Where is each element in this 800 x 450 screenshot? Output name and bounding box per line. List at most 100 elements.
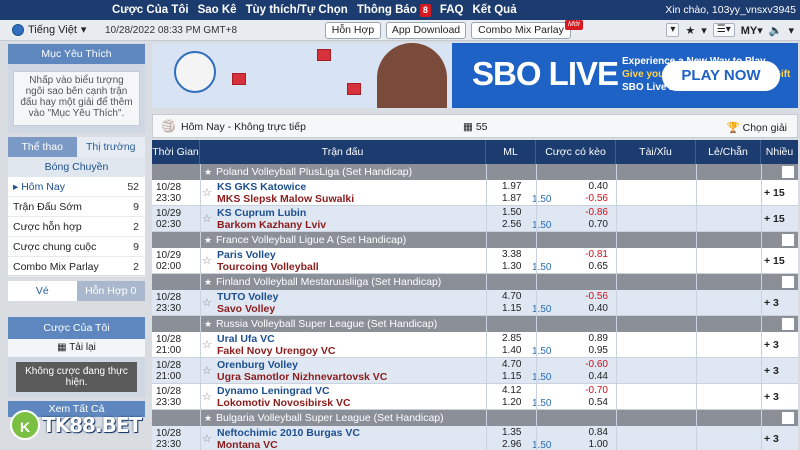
handicap-odds[interactable]: -0.70 0.54 xyxy=(582,385,608,409)
reload-button[interactable]: ▦ Tải lại xyxy=(8,339,145,357)
match-teams[interactable]: KS Cuprum Lubin Barkom Kazhany Lviv xyxy=(217,207,326,231)
handicap-odds[interactable]: -0.60 0.44 xyxy=(582,359,608,383)
table-row: 10/28 23:30 ☆ Dynamo Leningrad VC Lokomotiv … xyxy=(152,384,798,410)
select-league-label: Chọn giải xyxy=(742,122,787,134)
column-divider xyxy=(761,164,762,450)
handicap-odds[interactable]: 0.84 1.00 xyxy=(582,427,608,450)
moneyline-odds[interactable]: 4.70 1.15 xyxy=(502,359,521,383)
sport-title: Bóng Chuyền xyxy=(8,157,145,177)
league-header[interactable]: ★ Poland Volleyball PlusLiga (Set Handica… xyxy=(152,164,798,180)
sidebar-item-count: 52 xyxy=(127,180,139,193)
odds-type-selector[interactable]: ▾ xyxy=(666,23,680,37)
star-icon[interactable]: ☆ xyxy=(202,338,212,351)
chevron-down-icon[interactable]: ▾ xyxy=(701,24,707,37)
moneyline-odds[interactable]: 1.35 2.96 xyxy=(502,427,521,450)
combo-mix-parlay-button[interactable]: Combo Mix Parlay xyxy=(471,22,571,39)
chevron-down-icon[interactable]: ▾ xyxy=(788,24,794,37)
handicap-odds[interactable]: 0.40 -0.56 xyxy=(582,181,608,205)
view-selector[interactable]: ☰▾ xyxy=(712,23,735,37)
sound-icon[interactable]: 🔈 xyxy=(769,24,783,37)
logo-mark-icon: K xyxy=(10,410,40,440)
match-teams[interactable]: Dynamo Leningrad VC Lokomotiv Novosibirsk… xyxy=(217,385,351,409)
col-odd-even: Lẻ/Chẵn xyxy=(696,140,761,164)
moneyline-odds[interactable]: 1.97 1.87 xyxy=(502,181,521,205)
away-team: Barkom Kazhany Lviv xyxy=(217,219,327,231)
match-teams[interactable]: Ural Ufa VC Fakel Novy Urengoy VC xyxy=(217,333,335,357)
grid-icon[interactable] xyxy=(782,166,794,178)
grid-icon[interactable] xyxy=(782,234,794,246)
handicap-odds[interactable]: -0.56 0.40 xyxy=(582,291,608,315)
league-header[interactable]: ★ France Volleyball Ligue A (Set Handicap… xyxy=(152,232,798,248)
handicap-odds[interactable]: -0.86 0.70 xyxy=(582,207,608,231)
volleyball-icon xyxy=(174,51,216,93)
league-header[interactable]: ★ Finland Volleyball Mestaruusliiga (Set … xyxy=(152,274,798,290)
star-icon[interactable]: ★ xyxy=(204,316,212,332)
more-markets-button[interactable]: + 15 xyxy=(764,187,785,199)
more-markets-button[interactable]: + 15 xyxy=(764,213,785,225)
away-team: Montana VC xyxy=(217,439,278,450)
match-teams[interactable]: KS GKS Katowice MKS Slepsk Malow Suwalki xyxy=(217,181,354,205)
menu-announcements[interactable]: Thông Báo 8 xyxy=(357,3,431,17)
star-icon[interactable]: ☆ xyxy=(202,212,212,225)
tab-markets[interactable]: Thị trường xyxy=(76,137,145,157)
moneyline-odds[interactable]: 2.85 1.40 xyxy=(502,333,521,357)
menu-faq[interactable]: FAQ xyxy=(440,4,464,16)
star-icon[interactable]: ★ xyxy=(204,164,212,180)
menu-my-bets[interactable]: Cược Của Tôi xyxy=(112,4,189,16)
menu-statement[interactable]: Sao Kê xyxy=(198,4,237,16)
site-logo: K TK88.BET xyxy=(10,410,142,440)
sidebar-item-today[interactable]: ▸ Hôm Nay 52 xyxy=(8,177,145,197)
more-markets-button[interactable]: + 3 xyxy=(764,297,779,309)
league-header[interactable]: ★ Bulgaria Volleyball Super League (Set H… xyxy=(152,410,798,426)
more-markets-button[interactable]: + 3 xyxy=(764,339,779,351)
more-markets-button[interactable]: + 3 xyxy=(764,391,779,403)
star-icon[interactable]: ☆ xyxy=(202,254,212,267)
grid-icon[interactable] xyxy=(782,318,794,330)
sidebar-item-mix[interactable]: Cược hỗn hợp 2 xyxy=(8,217,145,237)
sidebar-item-outright[interactable]: Cược chung cuộc 9 xyxy=(8,237,145,257)
toolbar-icons: ▾ ★ ▾ ☰▾ MY▾ 🔈 ▾ xyxy=(666,23,794,37)
star-icon[interactable]: ☆ xyxy=(202,296,212,309)
star-icon[interactable]: ★ xyxy=(204,410,212,426)
tab-parlay[interactable]: Hỗn Hợp 0 xyxy=(76,281,145,301)
star-icon[interactable]: ★ xyxy=(204,274,212,290)
menu-results[interactable]: Kết Quả xyxy=(473,4,517,16)
promo-banner[interactable]: SBO LIVE Experience a New Way to Play Gi… xyxy=(152,43,798,108)
more-markets-button[interactable]: + 3 xyxy=(764,365,779,377)
star-icon[interactable]: ☆ xyxy=(202,186,212,199)
more-markets-button[interactable]: + 3 xyxy=(764,433,779,445)
menu-preferences[interactable]: Tùy thích/Tự Chọn xyxy=(246,4,348,16)
match-teams[interactable]: Orenburg Volley Ugra Samotlor Nizhnevarto… xyxy=(217,359,387,383)
star-icon[interactable]: ☆ xyxy=(202,390,212,403)
sidebar-item-early[interactable]: Trận Đấu Sớm 9 xyxy=(8,197,145,217)
language-selector[interactable]: Tiếng Việt ▾ xyxy=(12,23,86,36)
sidebar-item-combo[interactable]: Combo Mix Parlay 2 xyxy=(8,257,145,277)
grid-icon[interactable] xyxy=(782,412,794,424)
star-icon[interactable]: ☆ xyxy=(202,432,212,445)
more-markets-button[interactable]: + 15 xyxy=(764,255,785,267)
grid-icon[interactable] xyxy=(782,276,794,288)
moneyline-odds[interactable]: 4.70 1.15 xyxy=(502,291,521,315)
moneyline-odds[interactable]: 3.38 1.30 xyxy=(502,249,521,273)
match-teams[interactable]: TUTO Volley Savo Volley xyxy=(217,291,278,315)
moneyline-odds[interactable]: 4.12 1.20 xyxy=(502,385,521,409)
tab-sports[interactable]: Thể thao xyxy=(8,137,77,157)
my-selector[interactable]: MY▾ xyxy=(741,24,763,37)
league-header[interactable]: ★ Russia Volleyball Super League (Set Han… xyxy=(152,316,798,332)
sport-menu: Bóng Chuyền ▸ Hôm Nay 52 Trận Đấu Sớm 9 Cư… xyxy=(8,157,145,277)
banner-title: SBO LIVE xyxy=(472,55,619,92)
match-teams[interactable]: Paris Volley Tourcoing Volleyball xyxy=(217,249,319,273)
handicap-odds[interactable]: 0.89 0.95 xyxy=(582,333,608,357)
star-icon[interactable]: ★ xyxy=(204,232,212,248)
app-download-button[interactable]: App Download xyxy=(386,22,466,39)
play-now-button[interactable]: PLAY NOW xyxy=(662,61,780,91)
tab-ticket[interactable]: Vé xyxy=(8,281,77,301)
handicap-odds[interactable]: -0.81 0.65 xyxy=(582,249,608,273)
star-icon[interactable]: ★ xyxy=(685,24,695,37)
match-teams[interactable]: Neftochimic 2010 Burgas VC Montana VC xyxy=(217,427,360,450)
select-league-button[interactable]: 🏆 Chọn giải xyxy=(727,121,787,134)
star-icon[interactable]: ☆ xyxy=(202,364,212,377)
hon-hop-button[interactable]: Hỗn Hợp xyxy=(325,22,381,39)
no-bets-message: Không cược đang thực hiện. xyxy=(16,362,137,392)
moneyline-odds[interactable]: 1.50 2.56 xyxy=(502,207,521,231)
